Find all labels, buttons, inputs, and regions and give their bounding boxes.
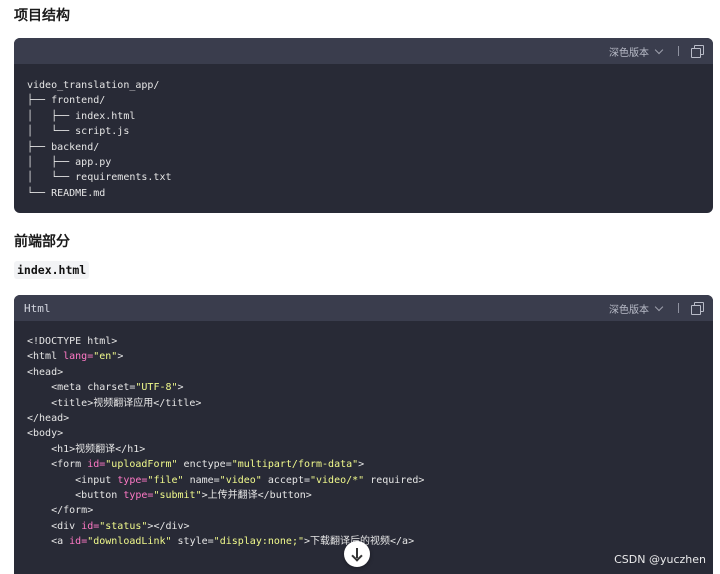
file-name-label: index.html (14, 261, 90, 279)
code-token: </form> (27, 505, 94, 517)
code-token: <html (27, 351, 64, 363)
code-block-header: Html 深色版本 (14, 295, 713, 321)
code-token: <a (27, 536, 70, 548)
chevron-down-icon (654, 45, 664, 54)
code-line: <title>视频翻译应用</title> (27, 396, 700, 411)
section-title-structure: 项目结构 (14, 8, 70, 24)
code-token: id= (69, 536, 88, 548)
code-line: <body> (27, 426, 700, 441)
code-token: <input (27, 474, 118, 486)
divider (678, 303, 679, 313)
code-line: </form> (27, 503, 700, 518)
code-token: style= (171, 536, 214, 548)
code-line: </head> (27, 411, 700, 426)
code-token: "status" (99, 520, 148, 532)
code-token: ></div> (147, 520, 190, 532)
code-line: <button type="submit">上传并翻译</button> (27, 488, 700, 503)
code-line: <!DOCTYPE html> (27, 334, 700, 349)
code-token: > (358, 459, 365, 471)
theme-select[interactable]: 深色版本 (609, 44, 664, 59)
code-token: <h1>视频翻译</h1> (27, 443, 146, 455)
code-token: <button (27, 489, 124, 501)
code-token: required> (364, 474, 425, 486)
code-token: "uploadForm" (105, 459, 178, 471)
code-token: id= (81, 520, 100, 532)
code-block-html: Html 深色版本 <!DOCTYPE html> <html lang="en"… (14, 295, 713, 574)
copy-icon[interactable] (691, 45, 704, 58)
code-block-tools: 深色版本 (609, 301, 704, 316)
code-token: <body> (27, 428, 64, 440)
code-token: <!DOCTYPE html> (27, 336, 118, 347)
watermark: CSDN @yuczhen (614, 553, 706, 566)
scroll-down-button[interactable] (344, 541, 370, 567)
code-line: └── README.md (27, 187, 106, 199)
code-token: <div (27, 520, 82, 532)
theme-label: 深色版本 (609, 304, 649, 316)
theme-select[interactable]: 深色版本 (609, 301, 664, 316)
code-line: │ └── script.js (27, 126, 130, 138)
code-token: "file" (147, 474, 184, 486)
code-token: type= (123, 489, 154, 501)
code-line: <meta charset="UTF-8"> (27, 380, 700, 395)
code-block-header: 深色版本 (14, 38, 713, 64)
code-token: "UTF-8" (135, 382, 178, 394)
code-content: <!DOCTYPE html> <html lang="en"> <head> <m… (14, 321, 713, 549)
code-line: │ ├── index.html (27, 110, 136, 122)
arrow-down-icon (352, 548, 362, 560)
code-token: name= (183, 474, 220, 486)
code-line: ├── backend/ (27, 141, 100, 153)
code-token: <title>视频翻译应用</title> (27, 397, 202, 409)
code-token: "en" (93, 351, 118, 363)
code-token: <head> (27, 366, 64, 378)
chevron-down-icon (654, 302, 664, 311)
code-line: <html lang="en"> (27, 349, 700, 364)
code-block-tools: 深色版本 (609, 44, 704, 59)
code-token: <meta (27, 382, 88, 394)
section-title-frontend: 前端部分 (14, 234, 70, 250)
code-content: video_translation_app/ ├── frontend/ │ ├──… (14, 64, 713, 201)
code-language-label: Html (24, 301, 51, 315)
code-token: >上传并翻译</button> (201, 489, 312, 501)
code-line: <input type="file" name="video" accept="… (27, 473, 700, 488)
code-token: "downloadLink" (87, 536, 172, 548)
code-token: "multipart/form-data" (231, 459, 359, 471)
code-line: │ ├── app.py (27, 156, 112, 168)
theme-label: 深色版本 (609, 47, 649, 59)
code-line: <form id="uploadForm" enctype="multipart… (27, 457, 700, 472)
code-token: <form (27, 459, 88, 471)
divider (678, 46, 679, 56)
code-line: <div id="status"></div> (27, 519, 700, 534)
code-token: </head> (27, 412, 70, 424)
code-line: <head> (27, 365, 700, 380)
code-token: "video/*" (310, 474, 365, 486)
code-token: type= (117, 474, 148, 486)
code-line: <h1>视频翻译</h1> (27, 442, 700, 457)
code-token: accept= (261, 474, 310, 486)
copy-icon[interactable] (691, 302, 704, 315)
code-token: charset= (87, 382, 136, 394)
code-token: "display:none;" (213, 536, 304, 548)
code-token: id= (87, 459, 106, 471)
code-block-structure: 深色版本 video_translation_app/ ├── frontend/… (14, 38, 713, 213)
code-token: > (117, 351, 124, 363)
code-line: video_translation_app/ (27, 80, 160, 91)
code-line: │ └── requirements.txt (27, 172, 172, 184)
code-token: lang= (63, 351, 94, 363)
code-token: "video" (219, 474, 262, 486)
code-line: ├── frontend/ (27, 95, 106, 107)
page: 项目结构 深色版本 video_translation_app/ ├── fron… (0, 0, 720, 574)
code-token: > (177, 382, 184, 394)
code-token: "submit" (153, 489, 202, 501)
code-token: enctype= (177, 459, 232, 471)
